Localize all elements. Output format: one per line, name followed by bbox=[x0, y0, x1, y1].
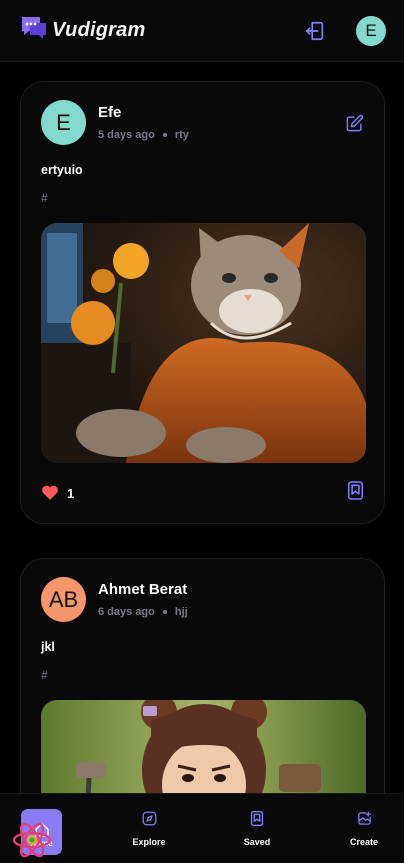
top-bar: Vudigram E bbox=[0, 0, 404, 62]
separator-dot bbox=[162, 610, 167, 614]
saved-label: Saved bbox=[243, 837, 271, 847]
avatar[interactable]: AB bbox=[41, 577, 86, 622]
post-author[interactable]: E Efe 5 days ago rty bbox=[41, 100, 189, 145]
like-count: 1 bbox=[67, 485, 75, 501]
post-card: E Efe 5 days ago rty ertyuio # 1 bbox=[20, 81, 385, 524]
bottom-navigation: Home Explore Saved Create bbox=[0, 793, 404, 863]
post-caption: jkl bbox=[41, 640, 55, 654]
post-location: hjj bbox=[174, 606, 188, 618]
post-tags: # bbox=[41, 191, 48, 205]
edit-icon[interactable] bbox=[345, 114, 364, 138]
post-time: 6 days ago bbox=[98, 606, 155, 618]
brand-logo[interactable]: Vudigram bbox=[20, 15, 145, 46]
author-name[interactable]: Ahmet Berat bbox=[98, 581, 188, 598]
avatar[interactable]: E bbox=[41, 100, 86, 145]
post-tags: # bbox=[41, 668, 48, 682]
post-caption: ertyuio bbox=[41, 163, 83, 177]
post-image[interactable] bbox=[41, 223, 366, 463]
post-card: AB Ahmet Berat 6 days ago hjj jkl # bbox=[20, 558, 385, 793]
separator-dot bbox=[162, 133, 167, 137]
explore-icon bbox=[142, 811, 157, 831]
create-tab[interactable]: Create bbox=[344, 794, 384, 863]
explore-label: Explore bbox=[132, 837, 166, 847]
explore-tab[interactable]: Explore bbox=[126, 794, 172, 863]
heart-icon[interactable] bbox=[41, 484, 59, 503]
bookmark-icon bbox=[250, 811, 264, 831]
post-location: rty bbox=[174, 129, 189, 141]
home-feed: E Efe 5 days ago rty ertyuio # 1 AB Ahme… bbox=[0, 62, 404, 793]
post-image[interactable] bbox=[41, 700, 366, 793]
post-author[interactable]: AB Ahmet Berat 6 days ago hjj bbox=[41, 577, 188, 622]
profile-avatar[interactable]: E bbox=[356, 15, 386, 46]
bookmark-icon[interactable] bbox=[347, 481, 364, 505]
react-devtools-icon[interactable] bbox=[12, 822, 52, 858]
create-post-icon bbox=[357, 811, 372, 831]
app-title: Vudigram bbox=[52, 19, 146, 41]
create-label: Create bbox=[349, 837, 378, 847]
logout-icon[interactable] bbox=[304, 20, 326, 42]
author-name[interactable]: Efe bbox=[98, 104, 189, 121]
post-time: 5 days ago bbox=[98, 129, 155, 141]
saved-tab[interactable]: Saved bbox=[236, 794, 278, 863]
chat-logo-icon bbox=[20, 15, 48, 46]
